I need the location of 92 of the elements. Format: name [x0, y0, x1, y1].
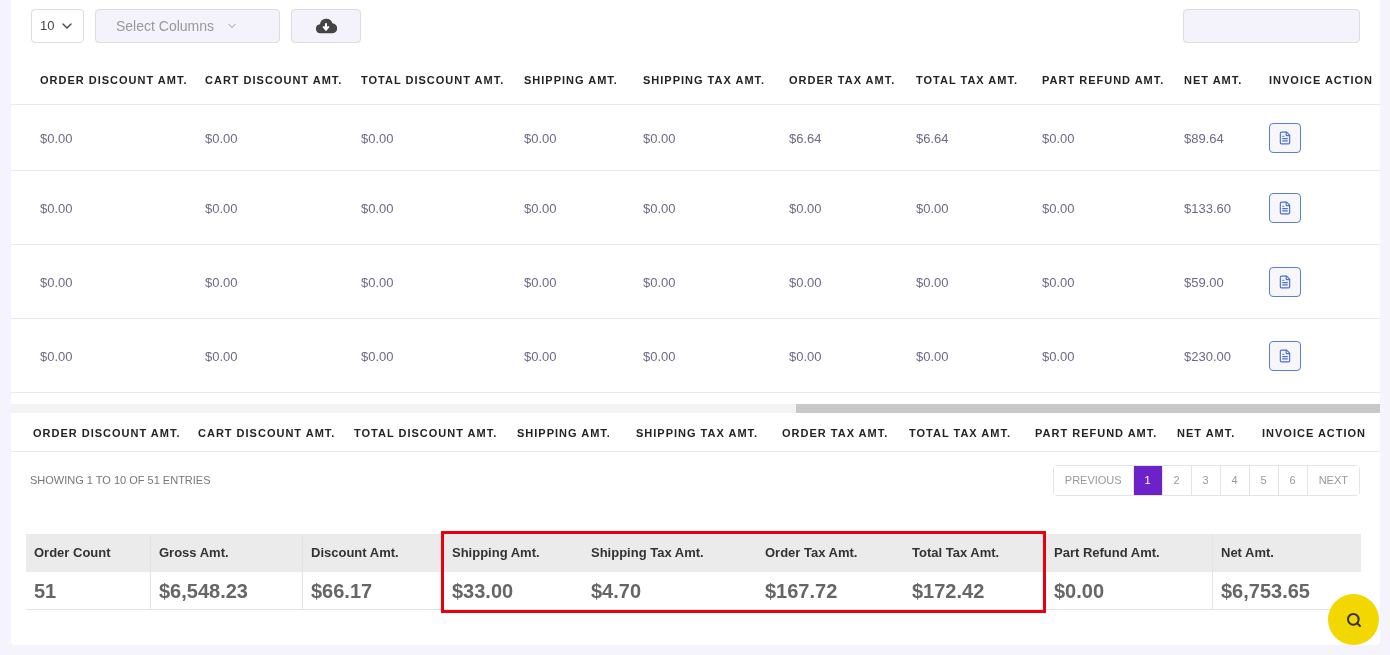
- column-header: ORDER DISCOUNT AMT.: [40, 74, 188, 86]
- column-footer: NET AMT.: [1177, 427, 1236, 439]
- summary-label: Part Refund Amt.: [1054, 544, 1160, 563]
- document-icon: [1278, 200, 1292, 215]
- table-cell: $0.00: [643, 274, 676, 290]
- table-cell: $0.00: [40, 274, 73, 290]
- summary-value: $33.00: [452, 578, 514, 604]
- table-cell: $0.00: [916, 348, 949, 364]
- page-size-select[interactable]: 10: [31, 9, 84, 43]
- entries-info: SHOWING 1 TO 10 OF 51 ENTRIES: [30, 472, 211, 488]
- select-columns-dropdown[interactable]: Select Columns: [95, 9, 280, 43]
- table-cell: $0.00: [361, 274, 394, 290]
- table-cell: $6.64: [789, 130, 822, 146]
- summary-value: $172.42: [912, 578, 985, 604]
- column-footer: ORDER TAX AMT.: [782, 427, 889, 439]
- table-cell: $0.00: [361, 348, 394, 364]
- column-footer: PART REFUND AMT.: [1035, 427, 1158, 439]
- invoice-button[interactable]: [1269, 340, 1301, 371]
- column-header: TOTAL DISCOUNT AMT.: [361, 74, 505, 86]
- column-footer: CART DISCOUNT AMT.: [198, 427, 336, 439]
- column-footer: SHIPPING AMT.: [517, 427, 611, 439]
- pagination-button[interactable]: NEXT: [1306, 465, 1359, 495]
- summary-value: $6,753.65: [1221, 578, 1310, 604]
- invoice-button[interactable]: [1269, 122, 1301, 153]
- table-cell: $0.00: [205, 348, 238, 364]
- summary-label: Order Tax Amt.: [765, 544, 858, 563]
- column-header: NET AMT.: [1184, 74, 1243, 86]
- summary-label: Net Amt.: [1221, 544, 1274, 563]
- table-cell: $0.00: [361, 130, 394, 146]
- table-cell: $0.00: [40, 348, 73, 364]
- table-cell: $89.64: [1184, 130, 1224, 146]
- search-icon: [1345, 611, 1362, 628]
- table-cell: $59.00: [1184, 274, 1224, 290]
- table-cell: $0.00: [789, 348, 822, 364]
- summary-value: $66.17: [311, 578, 373, 604]
- table-cell: $133.60: [1184, 200, 1231, 216]
- table-cell: $0.00: [205, 200, 238, 216]
- document-icon: [1278, 274, 1292, 289]
- column-footer: SHIPPING TAX AMT.: [636, 427, 759, 439]
- summary-label: Order Count: [34, 544, 111, 563]
- summary-value: $167.72: [765, 578, 838, 604]
- column-header: SHIPPING AMT.: [524, 74, 618, 86]
- summary-label: Shipping Tax Amt.: [591, 544, 704, 563]
- column-header: CART DISCOUNT AMT.: [205, 74, 343, 86]
- invoice-button[interactable]: [1269, 266, 1301, 297]
- column-header: ORDER TAX AMT.: [789, 74, 896, 86]
- table-cell: $0.00: [643, 130, 676, 146]
- cloud-download-icon: [315, 17, 337, 35]
- column-footer: TOTAL DISCOUNT AMT.: [354, 427, 498, 439]
- column-header: INVOICE ACTION: [1269, 74, 1374, 86]
- table-cell: $0.00: [1042, 130, 1075, 146]
- table-cell: $0.00: [524, 130, 557, 146]
- table-cell: $0.00: [205, 130, 238, 146]
- pagination-button[interactable]: 1: [1132, 465, 1162, 495]
- table-cell: $0.00: [1042, 348, 1075, 364]
- table-cell: $0.00: [205, 274, 238, 290]
- document-icon: [1278, 348, 1292, 363]
- table-cell: $0.00: [789, 274, 822, 290]
- table-cell: $0.00: [1042, 274, 1075, 290]
- summary-value: $6,548.23: [159, 578, 248, 604]
- column-footer: ORDER DISCOUNT AMT.: [33, 427, 181, 439]
- summary-label: Total Tax Amt.: [912, 544, 1000, 563]
- table-cell: $6.64: [916, 130, 949, 146]
- column-footer: INVOICE ACTION: [1262, 427, 1367, 439]
- table-cell: $0.00: [643, 200, 676, 216]
- table-cell: $0.00: [916, 274, 949, 290]
- column-header: PART REFUND AMT.: [1042, 74, 1165, 86]
- invoice-button[interactable]: [1269, 192, 1301, 223]
- summary-label: Shipping Amt.: [452, 544, 540, 563]
- search-field[interactable]: [1183, 9, 1360, 43]
- table-cell: $0.00: [361, 200, 394, 216]
- download-button[interactable]: [291, 9, 361, 43]
- summary-label: Gross Amt.: [159, 544, 229, 563]
- table-cell: $0.00: [1042, 200, 1075, 216]
- column-footer: TOTAL TAX AMT.: [909, 427, 1011, 439]
- table-cell: $0.00: [643, 348, 676, 364]
- table-cell: $0.00: [40, 130, 73, 146]
- document-icon: [1278, 130, 1292, 145]
- table-cell: $0.00: [916, 200, 949, 216]
- column-header: SHIPPING TAX AMT.: [643, 74, 766, 86]
- summary-value: $0.00: [1054, 578, 1105, 604]
- summary-value: $4.70: [591, 578, 642, 604]
- table-cell: $230.00: [1184, 348, 1231, 364]
- summary-label: Discount Amt.: [311, 544, 399, 563]
- column-header: TOTAL TAX AMT.: [916, 74, 1018, 86]
- table-cell: $0.00: [524, 200, 557, 216]
- table-cell: $0.00: [524, 348, 557, 364]
- scrollbar-thumb[interactable]: [796, 404, 1380, 413]
- table-cell: $0.00: [40, 200, 73, 216]
- summary-value: 51: [34, 578, 57, 604]
- table-cell: $0.00: [524, 274, 557, 290]
- table-cell: $0.00: [789, 200, 822, 216]
